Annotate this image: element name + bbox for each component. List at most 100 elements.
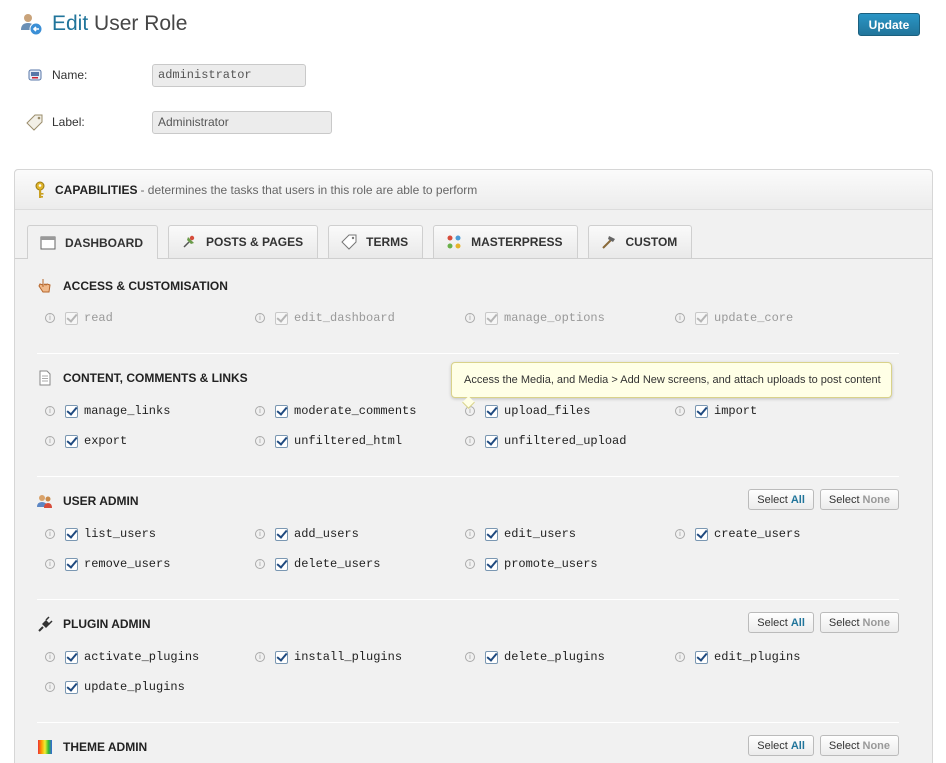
capability-item[interactable]: i list_users <box>45 526 255 542</box>
tab-posts-pages[interactable]: POSTS & PAGES <box>168 225 319 258</box>
tab-terms[interactable]: TERMS <box>328 225 424 258</box>
tab-dashboard[interactable]: DASHBOARD <box>27 225 158 259</box>
checkbox[interactable] <box>275 404 288 418</box>
capability-item[interactable]: i activate_plugins <box>45 649 255 665</box>
checkbox[interactable] <box>485 311 498 325</box>
section-user-admin: USER ADMIN Select All Select None <box>37 489 899 511</box>
checkbox[interactable] <box>485 404 498 418</box>
capability-item[interactable]: i import <box>675 403 885 419</box>
checkbox[interactable] <box>275 311 288 325</box>
capability-item[interactable]: i edit_dashboard <box>255 310 465 326</box>
info-icon[interactable]: i <box>255 436 265 446</box>
capability-name: create_users <box>714 527 801 541</box>
checkbox[interactable] <box>275 434 288 448</box>
capability-name: edit_dashboard <box>294 311 395 325</box>
info-icon[interactable]: i <box>675 406 685 416</box>
checkbox[interactable] <box>65 404 78 418</box>
checkbox[interactable] <box>65 557 78 571</box>
capability-item[interactable]: i upload_files <box>465 403 675 419</box>
info-icon[interactable]: i <box>675 529 685 539</box>
checkbox[interactable] <box>695 650 708 664</box>
price-tag-icon <box>26 113 44 131</box>
capability-tabs: DASHBOARD POSTS & PAGES TERMS MASTERPRES… <box>27 225 702 259</box>
info-icon[interactable]: i <box>255 313 265 323</box>
capability-name: delete_plugins <box>504 650 605 664</box>
capability-item[interactable]: i remove_users <box>45 556 255 572</box>
checkbox[interactable] <box>65 650 78 664</box>
update-button[interactable]: Update <box>858 13 920 36</box>
capability-item[interactable]: i export <box>45 433 255 449</box>
checkbox[interactable] <box>485 527 498 541</box>
capability-item[interactable]: i delete_plugins <box>465 649 675 665</box>
info-icon[interactable]: i <box>45 406 55 416</box>
info-icon[interactable]: i <box>255 652 265 662</box>
capability-item[interactable]: i read <box>45 310 255 326</box>
checkbox[interactable] <box>65 434 78 448</box>
checkbox[interactable] <box>695 311 708 325</box>
palette-icon <box>37 739 53 755</box>
info-icon[interactable]: i <box>45 436 55 446</box>
capability-item[interactable]: i add_users <box>255 526 465 542</box>
label-field-row: Label: Administrator <box>26 110 332 134</box>
tab-label: MASTERPRESS <box>471 235 563 249</box>
info-icon[interactable]: i <box>675 652 685 662</box>
info-icon[interactable]: i <box>465 529 475 539</box>
info-icon[interactable]: i <box>465 436 475 446</box>
select-none-button[interactable]: Select None <box>819 612 899 633</box>
checkbox[interactable] <box>65 311 78 325</box>
select-all-button[interactable]: Select All <box>748 612 814 633</box>
capability-item[interactable]: i install_plugins <box>255 649 465 665</box>
capability-item[interactable]: i manage_options <box>465 310 675 326</box>
info-icon[interactable]: i <box>465 313 475 323</box>
page-title-rest: User Role <box>94 12 188 35</box>
label-input[interactable]: Administrator <box>152 110 332 134</box>
capability-item[interactable]: i promote_users <box>465 556 675 572</box>
section-divider <box>37 722 899 723</box>
select-none-button[interactable]: Select None <box>819 735 899 756</box>
tab-masterpress[interactable]: MASTERPRESS <box>433 225 578 258</box>
info-icon[interactable]: i <box>675 313 685 323</box>
plug-icon <box>37 616 53 632</box>
checkbox[interactable] <box>65 680 78 694</box>
capability-item[interactable]: i unfiltered_html <box>255 433 465 449</box>
name-input[interactable]: administrator <box>152 63 306 87</box>
capability-name: edit_users <box>504 527 577 541</box>
section-plugin-admin: PLUGIN ADMIN Select All Select None <box>37 612 899 634</box>
info-icon[interactable]: i <box>45 529 55 539</box>
section-access-customisation: ACCESS & CUSTOMISATION <box>37 276 899 296</box>
capability-item[interactable]: i update_plugins <box>45 679 255 695</box>
checkbox[interactable] <box>275 527 288 541</box>
capability-item[interactable]: i moderate_comments <box>255 403 465 419</box>
capability-item[interactable]: i unfiltered_upload <box>465 433 675 449</box>
dots-icon <box>446 234 462 250</box>
info-icon[interactable]: i <box>45 313 55 323</box>
checkbox[interactable] <box>65 527 78 541</box>
info-icon[interactable]: i <box>255 559 265 569</box>
select-all-button[interactable]: Select All <box>748 735 814 756</box>
checkbox[interactable] <box>485 557 498 571</box>
info-icon[interactable]: i <box>255 529 265 539</box>
info-icon[interactable]: i <box>45 559 55 569</box>
info-icon[interactable]: i <box>45 682 55 692</box>
info-icon[interactable]: i <box>465 559 475 569</box>
capability-item[interactable]: i edit_plugins <box>675 649 885 665</box>
section-theme-admin: THEME ADMIN Select All Select None <box>37 735 899 757</box>
capability-item[interactable]: i delete_users <box>255 556 465 572</box>
info-icon[interactable]: i <box>465 652 475 662</box>
capability-item[interactable]: i create_users <box>675 526 885 542</box>
checkbox[interactable] <box>275 650 288 664</box>
checkbox[interactable] <box>485 650 498 664</box>
checkbox[interactable] <box>695 527 708 541</box>
info-icon[interactable]: i <box>255 406 265 416</box>
select-all-button[interactable]: Select All <box>748 489 814 510</box>
select-none-button[interactable]: Select None <box>819 489 899 510</box>
capability-item[interactable]: i manage_links <box>45 403 255 419</box>
checkbox[interactable] <box>695 404 708 418</box>
checkbox[interactable] <box>485 434 498 448</box>
key-icon <box>33 181 47 199</box>
capability-item[interactable]: i update_core <box>675 310 885 326</box>
info-icon[interactable]: i <box>45 652 55 662</box>
checkbox[interactable] <box>275 557 288 571</box>
capability-item[interactable]: i edit_users <box>465 526 675 542</box>
tab-custom[interactable]: CUSTOM <box>587 225 693 258</box>
